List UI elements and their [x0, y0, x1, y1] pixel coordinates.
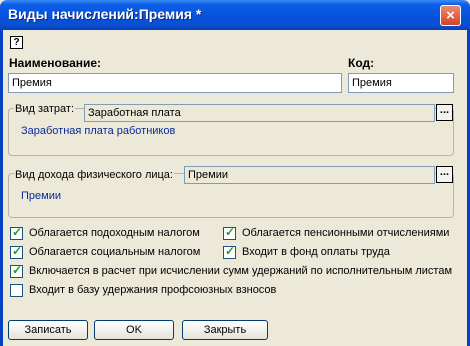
checkmark-icon: ✓ [225, 225, 236, 239]
cost-type-select-button[interactable]: ... [436, 104, 453, 121]
income-type-description: Премии [21, 190, 61, 202]
checkbox-label: Облагается социальным налогом [29, 246, 201, 258]
checkmark-icon: ✓ [225, 244, 236, 258]
cost-type-label: Вид затрат: [14, 103, 76, 115]
checkmark-icon: ✓ [12, 244, 23, 258]
name-input[interactable]: Премия [8, 73, 342, 93]
checkbox-box[interactable]: ✓ [223, 225, 236, 240]
checkbox-box[interactable]: ✓ [223, 244, 236, 259]
cost-type-field[interactable]: Заработная плата [84, 104, 435, 122]
ok-button[interactable]: OK [94, 320, 174, 340]
cost-type-description: Заработная плата работников [21, 125, 176, 137]
close-window-button[interactable]: × [440, 5, 461, 26]
income-type-label: Вид дохода физического лица: [14, 169, 174, 181]
income-type-select-button[interactable]: ... [436, 166, 453, 183]
checkbox-box[interactable]: ✓ [10, 263, 23, 278]
checkbox-box[interactable]: ✓ [10, 225, 23, 240]
window-title: Виды начислений:Премия * [8, 6, 202, 22]
checkbox-box[interactable]: ✓ [10, 244, 23, 259]
help-icon[interactable]: ? [10, 36, 23, 49]
checkbox-box[interactable] [10, 284, 23, 297]
name-label: Наименование: [9, 56, 102, 70]
window-frame-left [0, 30, 3, 346]
code-input[interactable]: Премия [348, 73, 454, 93]
code-label: Код: [348, 56, 375, 70]
checkbox-label: Входит в фонд оплаты труда [242, 246, 390, 258]
save-button[interactable]: Записать [8, 320, 88, 340]
income-type-field[interactable]: Премии [184, 166, 435, 184]
checkmark-icon: ✓ [12, 263, 23, 277]
checkbox-label: Облагается пенсионными отчислениями [242, 227, 450, 239]
checkmark-icon: ✓ [12, 225, 23, 239]
checkbox-label: Облагается подоходным налогом [29, 227, 200, 239]
close-button[interactable]: Закрыть [182, 320, 268, 340]
checkbox-label: Входит в базу удержания профсоюзных взно… [29, 284, 277, 296]
checkbox-label: Включается в расчет при исчислении сумм … [29, 265, 453, 277]
title-bar[interactable]: Виды начислений:Премия * × [0, 0, 470, 30]
